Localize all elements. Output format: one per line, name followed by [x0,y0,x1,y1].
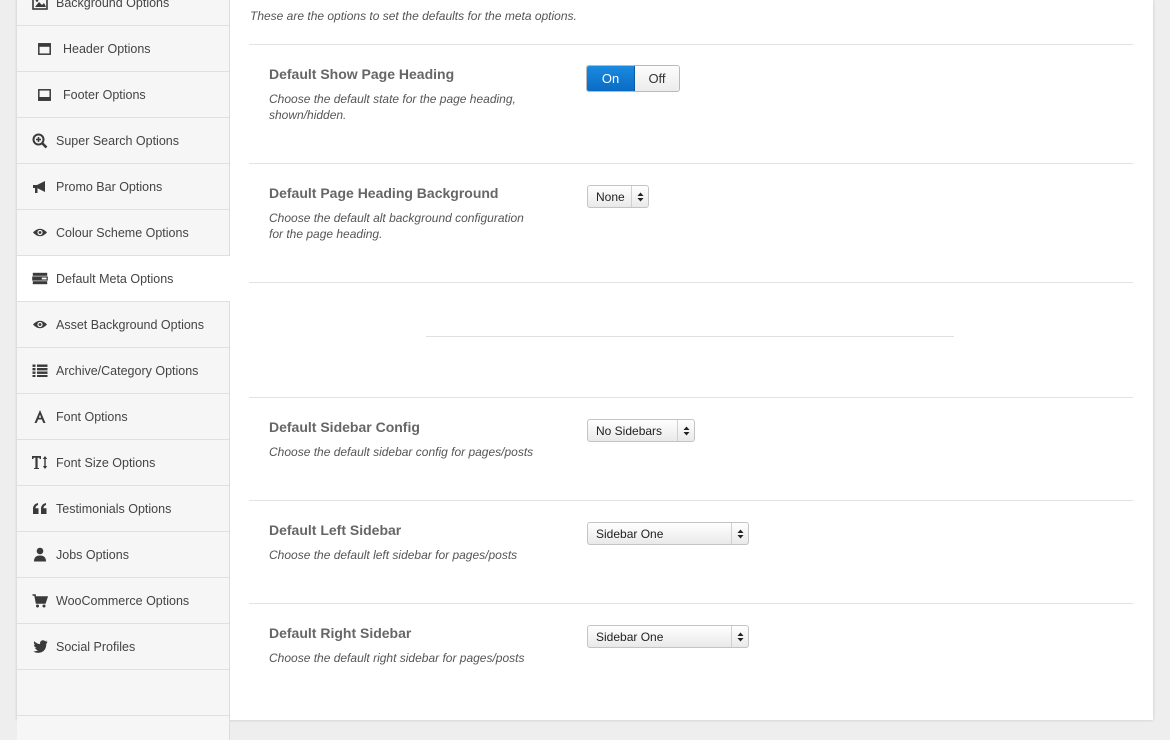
divider [249,44,1133,45]
option-title-show-heading: Default Show Page Heading [269,66,455,82]
sidebar-item-label: Asset Background Options [56,317,204,332]
image-icon [31,0,49,11]
desc-line: Choose the default alt background config… [269,211,524,225]
sidebar-item-asset-background[interactable]: Asset Background Options [17,302,229,348]
sidebar-item-social-profiles[interactable]: Social Profiles [17,624,229,670]
right-sidebar-select[interactable]: Sidebar One [587,625,749,648]
sidebar-item-label: Font Options [56,409,128,424]
sidebar-item-label: Default Meta Options [56,271,174,286]
text-height-icon [31,455,49,471]
select-value: No Sidebars [596,423,663,438]
zoom-in-icon [31,133,49,149]
sidebar-item-background[interactable]: Background Options [17,0,229,26]
eye-icon [31,317,49,333]
twitter-icon [31,639,49,655]
show-heading-toggle[interactable]: On Off [586,65,680,92]
left-sidebar-select[interactable]: Sidebar One [587,522,749,545]
sidebar-item-testimonials[interactable]: Testimonials Options [17,486,229,532]
sidebar-item-label: Promo Bar Options [56,179,163,194]
option-title-heading-background: Default Page Heading Background [269,185,499,201]
sidebar-item-label: Background Options [56,0,170,10]
desc-line: shown/hidden. [269,108,347,122]
list-icon [31,363,49,379]
sidebar-item-archive-category[interactable]: Archive/Category Options [17,348,229,394]
megaphone-icon [31,179,49,195]
section-separator [426,336,954,337]
option-desc-right-sidebar: Choose the default right sidebar for pag… [269,651,525,665]
option-title-sidebar-config: Default Sidebar Config [269,419,420,435]
sidebar-item-label: Header Options [63,41,151,56]
sidebar-item-label: Footer Options [63,87,146,102]
option-desc-show-heading: Choose the default state for the page he… [269,91,539,123]
sidebar-item-label: Font Size Options [56,455,156,470]
select-value: None [596,189,625,204]
sidebar-item-colour-scheme[interactable]: Colour Scheme Options [17,210,229,256]
sidebar-item-label: Archive/Category Options [56,363,199,378]
sidebar-item-label: WooCommerce Options [56,593,190,608]
select-value: Sidebar One [596,526,664,541]
sidebar-item-footer[interactable]: Footer Options [17,72,229,118]
options-content: These are the options to set the default… [249,0,1133,720]
sidebar-item-label: Colour Scheme Options [56,225,189,240]
section-intro: These are the options to set the default… [250,9,577,23]
select-arrows-icon [731,523,748,544]
sidebar-item-label: Jobs Options [56,547,129,562]
option-desc-heading-background: Choose the default alt background config… [269,210,539,242]
select-arrows-icon [731,626,748,647]
divider [249,603,1133,604]
divider [249,500,1133,501]
tasks-icon [31,271,49,287]
sidebar-item-promo-bar[interactable]: Promo Bar Options [17,164,229,210]
sidebar-item-jobs[interactable]: Jobs Options [17,532,229,578]
select-value: Sidebar One [596,629,664,644]
select-arrows-icon [677,420,694,441]
sidebar-item-label: Super Search Options [56,133,179,148]
cart-icon [31,593,49,609]
toggle-off-button[interactable]: Off [635,66,679,91]
divider [249,163,1133,164]
eye-icon [31,225,49,241]
option-desc-left-sidebar: Choose the default left sidebar for page… [269,548,518,562]
sidebar-item-more[interactable] [17,670,229,716]
desc-line: Choose the default state for the page he… [269,92,516,106]
divider [249,397,1133,398]
sidebar-item-label: Social Profiles [56,639,136,654]
sidebar-item-label: Testimonials Options [56,501,172,516]
sidebar-item-woocommerce[interactable]: WooCommerce Options [17,578,229,624]
heading-background-select[interactable]: None [587,185,649,208]
options-sidebar: Background Options Header Options Footer… [17,0,230,740]
option-desc-sidebar-config: Choose the default sidebar config for pa… [269,445,534,459]
sidebar-item-font[interactable]: Font Options [17,394,229,440]
options-panel: Background Options Header Options Footer… [17,0,1153,740]
desc-line: for the page heading. [269,227,383,241]
footer-window-icon [35,87,53,103]
header-window-icon [35,41,53,57]
user-icon [31,547,49,563]
divider [249,282,1133,283]
sidebar-item-default-meta[interactable]: Default Meta Options [17,256,230,302]
toggle-on-button[interactable]: On [587,66,635,91]
option-title-left-sidebar: Default Left Sidebar [269,522,402,538]
font-icon [31,409,49,425]
sidebar-config-select[interactable]: No Sidebars [587,419,695,442]
option-title-right-sidebar: Default Right Sidebar [269,625,412,641]
sidebar-item-super-search[interactable]: Super Search Options [17,118,229,164]
sidebar-item-font-size[interactable]: Font Size Options [17,440,229,486]
quote-icon [31,501,49,517]
sidebar-item-header[interactable]: Header Options [17,26,229,72]
select-arrows-icon [631,186,648,207]
